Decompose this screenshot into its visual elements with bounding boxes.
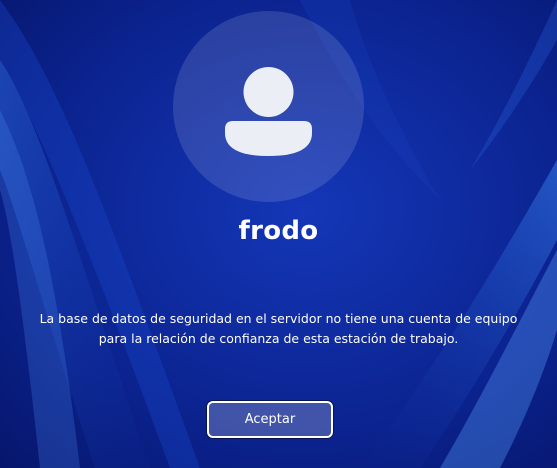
error-message-line: La base de datos de seguridad en el serv… [39,311,518,326]
username-label: frodo [238,216,319,246]
error-message-line: para la relación de confianza de esta es… [98,331,459,346]
avatar [173,11,364,202]
accept-button[interactable]: Aceptar [207,401,333,438]
user-silhouette-icon [225,67,312,156]
error-message: La base de datos de seguridad en el serv… [20,309,537,349]
login-screen: frodo La base de datos de seguridad en e… [0,0,557,468]
